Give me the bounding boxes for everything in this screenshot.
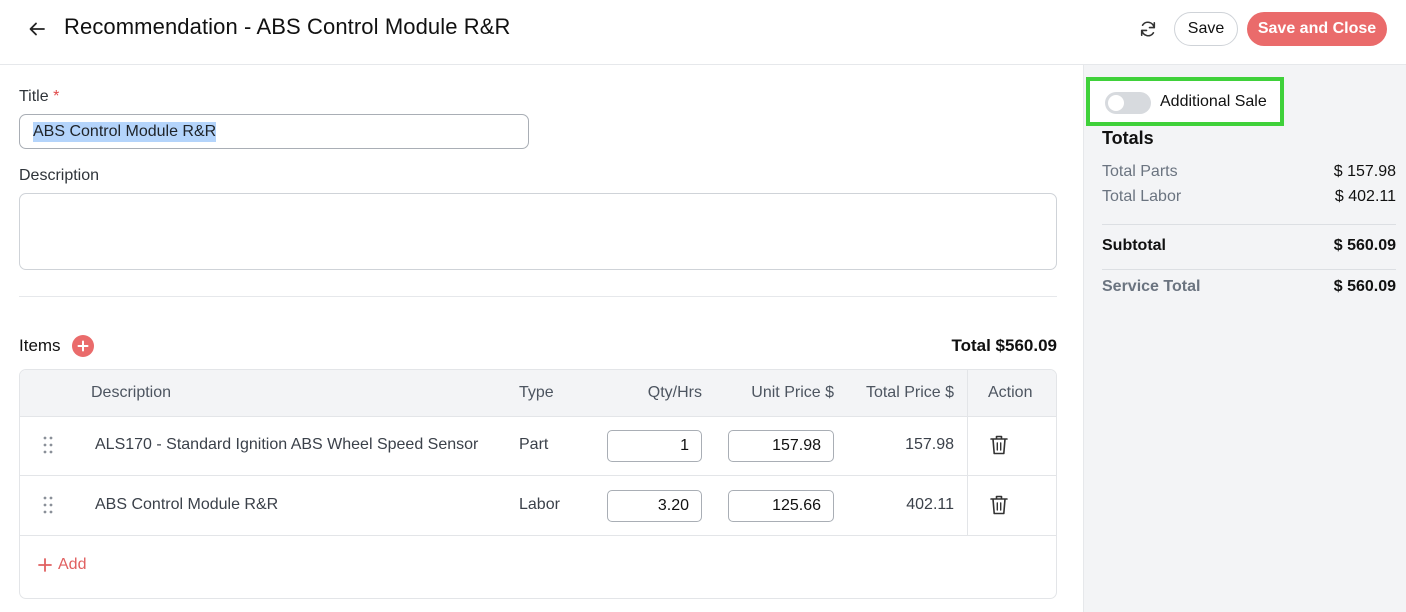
- row-total-price: 402.11: [906, 496, 954, 513]
- totals-title: Totals: [1102, 128, 1154, 148]
- row-description: ALS170 - Standard Ignition ABS Wheel Spe…: [95, 436, 479, 453]
- refresh-button[interactable]: [1134, 15, 1162, 43]
- row-total-price: 157.98: [905, 436, 954, 453]
- back-button[interactable]: [24, 16, 50, 42]
- totals-divider: [1102, 269, 1396, 270]
- add-row-label: Add: [58, 556, 87, 573]
- section-divider: [19, 296, 1057, 297]
- description-textarea[interactable]: [19, 193, 1057, 270]
- trash-icon[interactable]: [989, 494, 1009, 516]
- row-description: ABS Control Module R&R: [95, 496, 279, 513]
- table-header: Description Type Qty/Hrs Unit Price $ To…: [20, 370, 1056, 417]
- toggle-knob: [1108, 95, 1124, 111]
- add-item-button[interactable]: [72, 335, 94, 357]
- trash-icon[interactable]: [989, 434, 1009, 456]
- description-label: Description: [19, 167, 100, 184]
- total-parts-value: $ 157.98: [1333, 163, 1396, 180]
- row-type: Part: [519, 436, 549, 453]
- drag-handle-icon[interactable]: [42, 435, 54, 455]
- total-parts-line: Total Parts $ 157.98: [1102, 163, 1396, 181]
- total-labor-label: Total Labor: [1102, 188, 1182, 205]
- table-row: ABS Control Module R&R Labor 3.20 125.66…: [20, 477, 1056, 536]
- totals-divider: [1102, 224, 1396, 225]
- plus-circle-icon: [77, 340, 89, 352]
- drag-handle-icon[interactable]: [42, 495, 54, 515]
- save-and-close-button[interactable]: Save and Close: [1247, 12, 1387, 46]
- title-label-text: Title: [19, 88, 49, 105]
- qty-input[interactable]: 1: [607, 430, 702, 462]
- title-input-value: ABS Control Module R&R: [33, 121, 217, 142]
- column-header-unit-price: Unit Price $: [751, 384, 834, 401]
- items-total: Total $560.09: [951, 336, 1057, 355]
- items-heading: Items: [19, 336, 61, 355]
- items-table: Description Type Qty/Hrs Unit Price $ To…: [19, 369, 1057, 599]
- service-total-label: Service Total: [1102, 278, 1201, 295]
- total-labor-value: $ 402.11: [1334, 188, 1396, 205]
- column-header-description: Description: [91, 384, 172, 401]
- row-type: Labor: [519, 496, 560, 513]
- additional-sale-toggle[interactable]: [1105, 92, 1151, 114]
- unit-price-input[interactable]: 125.66: [728, 490, 834, 522]
- title-label: Title *: [19, 88, 59, 106]
- table-row: ALS170 - Standard Ignition ABS Wheel Spe…: [20, 417, 1056, 476]
- header: Recommendation - ABS Control Module R&R …: [0, 0, 1406, 65]
- total-parts-label: Total Parts: [1102, 163, 1178, 180]
- subtotal-label: Subtotal: [1102, 237, 1166, 254]
- subtotal-value: $ 560.09: [1333, 237, 1396, 254]
- refresh-icon: [1140, 21, 1156, 37]
- column-header-action: Action: [988, 384, 1033, 401]
- add-row-button[interactable]: Add: [38, 556, 86, 574]
- additional-sale-highlight: Additional Sale: [1086, 77, 1284, 126]
- page-title: Recommendation - ABS Control Module R&R: [64, 14, 511, 39]
- service-total-value: $ 560.09: [1333, 278, 1396, 295]
- qty-input[interactable]: 3.20: [607, 490, 702, 522]
- unit-price-input[interactable]: 157.98: [728, 430, 834, 462]
- total-labor-line: Total Labor $ 402.11: [1102, 188, 1396, 206]
- title-input[interactable]: ABS Control Module R&R: [19, 114, 529, 149]
- subtotal-line: Subtotal $ 560.09: [1102, 237, 1396, 255]
- column-header-type: Type: [519, 384, 554, 401]
- plus-icon: [38, 558, 52, 572]
- arrow-left-icon: [29, 22, 45, 36]
- totals-sidebar: Additional Sale Totals Total Parts $ 157…: [1083, 65, 1406, 612]
- additional-sale-label: Additional Sale: [1160, 93, 1267, 110]
- required-mark: *: [53, 88, 60, 105]
- service-total-line: Service Total $ 560.09: [1102, 278, 1396, 296]
- column-header-total-price: Total Price $: [865, 384, 954, 401]
- column-header-qty: Qty/Hrs: [647, 384, 702, 401]
- save-button[interactable]: Save: [1174, 12, 1238, 46]
